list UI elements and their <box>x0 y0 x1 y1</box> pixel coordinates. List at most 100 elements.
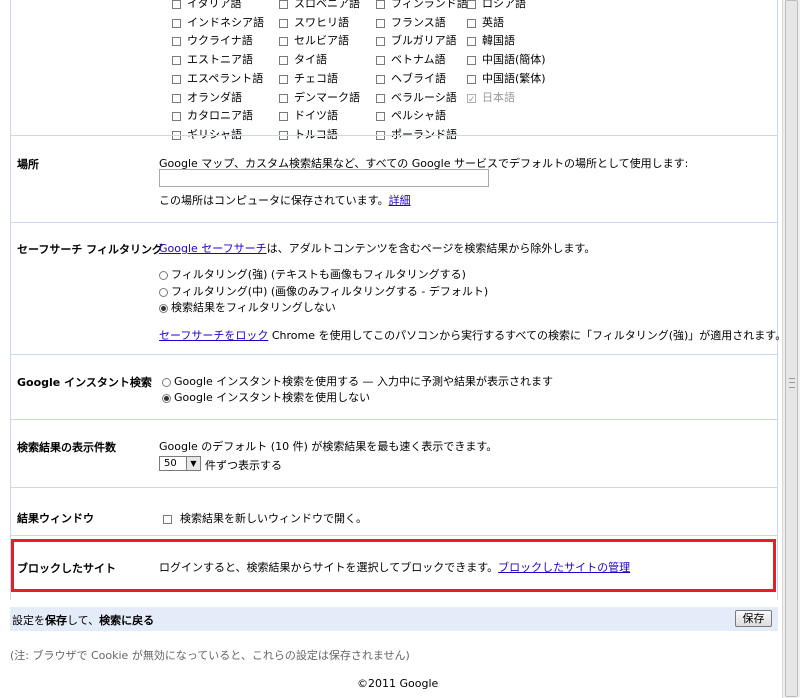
language-option[interactable]: インドネシア語 <box>172 15 264 31</box>
language-checkbox[interactable] <box>467 74 476 84</box>
language-checkbox[interactable] <box>279 111 288 121</box>
language-label: ロシア語 <box>482 0 526 10</box>
safesearch-option-label: フィルタリング(強) (テキストも画像もフィルタリングする) <box>171 268 466 281</box>
language-checkbox[interactable] <box>376 36 385 46</box>
safesearch-option-strict[interactable]: フィルタリング(強) (テキストも画像もフィルタリングする) <box>159 266 466 282</box>
language-option[interactable]: デンマーク語 <box>279 90 360 106</box>
save-bar-text-1: 設定を <box>12 614 45 627</box>
language-checkbox[interactable] <box>172 55 181 65</box>
safesearch-link[interactable]: Google セーフサーチ <box>159 242 267 255</box>
language-checkbox[interactable] <box>279 55 288 65</box>
safesearch-option-off[interactable]: 検索結果をフィルタリングしない <box>159 299 336 315</box>
language-label: スワヒリ語 <box>294 16 349 29</box>
language-option[interactable]: ベラルーシ語 <box>376 90 457 106</box>
language-checkbox[interactable] <box>376 0 385 9</box>
language-label: 日本語 <box>482 91 515 104</box>
scrollbar-thumb[interactable] <box>785 0 798 697</box>
radio-button[interactable] <box>159 287 168 297</box>
language-checkbox[interactable] <box>467 18 476 28</box>
language-option[interactable]: イタリア語 <box>172 0 242 12</box>
safesearch-lock-link[interactable]: セーフサーチをロック <box>159 329 268 342</box>
language-option[interactable]: 中国語(簡体) <box>467 52 546 68</box>
language-label: 中国語(繁体) <box>482 72 546 85</box>
language-label: フィンランド語 <box>391 0 468 10</box>
radio-button-selected[interactable] <box>159 303 168 313</box>
radio-button-selected[interactable] <box>162 393 171 403</box>
results-count-description: Google のデフォルト (10 件) が検索結果を最も速く表示できます。 <box>159 440 498 453</box>
language-checkbox[interactable] <box>279 74 288 84</box>
language-option[interactable]: ベトナム語 <box>376 52 446 68</box>
language-checkbox[interactable] <box>376 18 385 28</box>
results-window-checkbox-label: 検索結果を新しいウィンドウで開く。 <box>180 512 367 525</box>
location-label: 場所 <box>17 158 39 171</box>
language-option[interactable]: ペルシャ語 <box>376 108 446 124</box>
language-option[interactable]: セルビア語 <box>279 33 349 49</box>
language-checkbox[interactable] <box>376 55 385 65</box>
safesearch-option-moderate[interactable]: フィルタリング(中) (画像のみフィルタリングする - デフォルト) <box>159 283 488 299</box>
grip-icon <box>789 378 795 388</box>
language-label: ブルガリア語 <box>391 34 457 47</box>
language-checkbox[interactable] <box>376 93 385 103</box>
language-option[interactable]: フィンランド語 <box>376 0 468 12</box>
instant-option-label: Google インスタント検索を使用しない <box>174 391 371 404</box>
language-option[interactable]: ドイツ語 <box>279 108 338 124</box>
language-checkbox[interactable] <box>172 18 181 28</box>
vertical-scrollbar[interactable] <box>782 0 800 698</box>
safesearch-lock-line: セーフサーチをロック Chrome を使用してこのパソコンから実行するすべての検… <box>159 327 800 343</box>
language-checkbox[interactable] <box>172 36 181 46</box>
radio-button[interactable] <box>159 270 168 280</box>
language-option[interactable]: カタロニア語 <box>172 108 253 124</box>
language-label: インドネシア語 <box>187 16 264 29</box>
language-option[interactable]: タイ語 <box>279 52 327 68</box>
language-checkbox[interactable] <box>467 36 476 46</box>
language-label: スロベニア語 <box>294 0 360 10</box>
location-detail-link[interactable]: 詳細 <box>389 194 411 207</box>
language-option[interactable]: オランダ語 <box>172 90 242 106</box>
instant-option-on[interactable]: Google インスタント検索を使用する — 入力中に予測や結果が表示されます <box>162 373 553 389</box>
language-option[interactable]: ヘブライ語 <box>376 71 446 87</box>
language-option[interactable]: ロシア語 <box>467 0 526 12</box>
language-checkbox <box>467 92 476 108</box>
language-label: ベトナム語 <box>391 53 446 66</box>
language-checkbox[interactable] <box>376 74 385 84</box>
save-button[interactable]: 保存 <box>735 610 772 627</box>
language-label: エストニア語 <box>187 53 253 66</box>
radio-button[interactable] <box>162 377 171 387</box>
instant-option-off[interactable]: Google インスタント検索を使用しない <box>162 389 370 405</box>
location-input[interactable] <box>159 169 489 187</box>
save-bar-text: 設定を保存して、検索に戻る <box>12 612 154 628</box>
language-checkbox[interactable] <box>172 111 181 121</box>
language-option[interactable]: 中国語(繁体) <box>467 71 546 87</box>
instant-label: Google インスタント検索 <box>17 376 152 389</box>
language-option[interactable]: 韓国語 <box>467 33 515 49</box>
language-option[interactable]: チェコ語 <box>279 71 338 87</box>
language-option[interactable]: ウクライナ語 <box>172 33 253 49</box>
language-label: デンマーク語 <box>294 91 360 104</box>
instant-option-label: Google インスタント検索を使用する — 入力中に予測や結果が表示されます <box>174 375 554 388</box>
language-checkbox[interactable] <box>376 111 385 121</box>
results-count-select[interactable]: 50 ▼ <box>159 456 201 471</box>
language-option[interactable]: スロベニア語 <box>279 0 360 12</box>
section-divider <box>10 535 778 536</box>
language-option[interactable]: エスペラント語 <box>172 71 263 87</box>
language-checkbox[interactable] <box>279 18 288 28</box>
language-option[interactable]: エストニア語 <box>172 52 253 68</box>
language-checkbox[interactable] <box>279 36 288 46</box>
language-label: イタリア語 <box>187 0 242 10</box>
section-divider <box>10 419 778 420</box>
language-option[interactable]: フランス語 <box>376 15 446 31</box>
language-option[interactable]: 英語 <box>467 15 504 31</box>
language-checkbox[interactable] <box>279 0 288 9</box>
language-option[interactable]: スワヒリ語 <box>279 15 349 31</box>
language-checkbox[interactable] <box>172 0 181 9</box>
language-checkbox[interactable] <box>172 93 181 103</box>
language-option[interactable]: ブルガリア語 <box>376 33 457 49</box>
results-count-value: 50 <box>164 458 177 469</box>
language-checkbox[interactable] <box>467 55 476 65</box>
safesearch-option-label: フィルタリング(中) (画像のみフィルタリングする - デフォルト) <box>171 285 489 298</box>
language-checkbox[interactable] <box>279 93 288 103</box>
results-window-option[interactable]: 検索結果を新しいウィンドウで開く。 <box>163 510 367 526</box>
results-window-checkbox[interactable] <box>163 514 172 524</box>
language-checkbox[interactable] <box>467 0 476 9</box>
language-checkbox[interactable] <box>172 74 181 84</box>
